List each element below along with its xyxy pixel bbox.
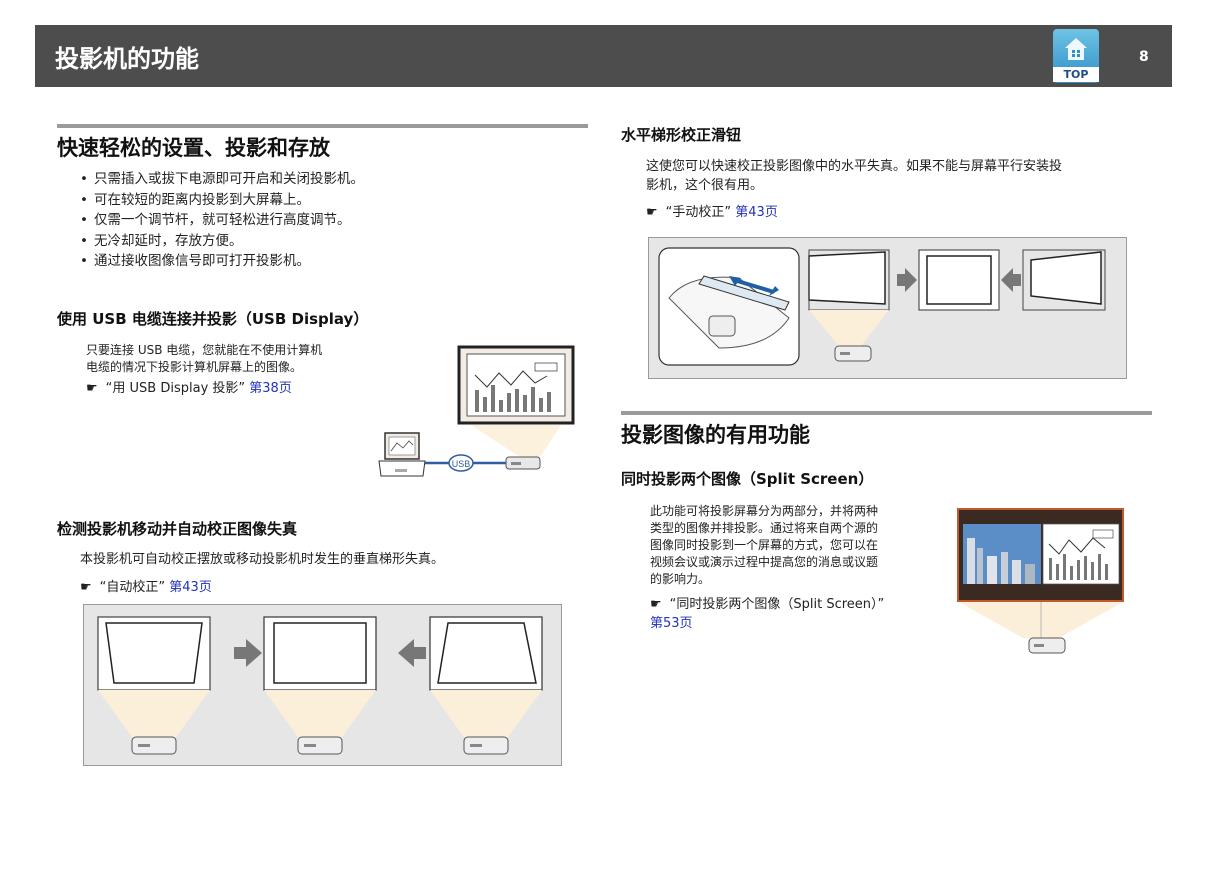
- list-item: 可在较短的距离内投影到大屏幕上。: [80, 190, 364, 211]
- section-heading-setup: 快速轻松的设置、投影和存放: [57, 124, 588, 162]
- split-screen-reference: ☛ “同时投影两个图像（Split Screen）” 第53页: [650, 595, 935, 633]
- slider-figure: [648, 237, 1127, 379]
- arrow-left-icon: [398, 639, 426, 667]
- split-screen-illustration: [957, 508, 1124, 654]
- top-label: TOP: [1053, 67, 1099, 82]
- keystone-correction-illustration: [97, 616, 543, 755]
- slider-heading: 水平梯形校正滑钮: [621, 126, 742, 144]
- arrow-right-icon: [897, 268, 917, 292]
- list-item: 无冷却延时，存放方便。: [80, 231, 364, 252]
- pointing-hand-icon: ☛: [80, 580, 92, 595]
- reference-text: “同时投影两个图像（Split Screen）”: [669, 597, 885, 612]
- list-item: 仅需一个调节杆，就可轻松进行高度调节。: [80, 210, 364, 231]
- auto-correct-reference: ☛ “自动校正” 第43页: [80, 578, 212, 597]
- usb-display-illustration: USB: [378, 345, 575, 477]
- reference-text: “自动校正”: [99, 580, 166, 595]
- list-item: 只需插入或拔下电源即可开启和关闭投影机。: [80, 169, 364, 190]
- reference-text: “用 USB Display 投影”: [105, 381, 246, 396]
- split-screen-page-link[interactable]: 第53页: [650, 616, 693, 631]
- slider-page-link[interactable]: 第43页: [735, 205, 778, 220]
- horizontal-keystone-illustration: [658, 247, 1106, 366]
- pointing-hand-icon: ☛: [86, 381, 98, 396]
- usb-page-link[interactable]: 第38页: [249, 381, 292, 396]
- usb-label: USB: [452, 459, 471, 469]
- usb-reference: ☛ “用 USB Display 投影” 第38页: [86, 379, 292, 398]
- pointing-hand-icon: ☛: [646, 205, 658, 220]
- page-number: 8: [1139, 49, 1149, 65]
- auto-correct-heading: 检测投影机移动并自动校正图像失真: [57, 520, 298, 538]
- pointing-hand-icon: ☛: [650, 597, 662, 612]
- arrow-left-icon: [1001, 268, 1021, 292]
- slider-description: 这使您可以快速校正投影图像中的水平失真。如果不能与屏幕平行安装投 影机，这个很有…: [646, 159, 1063, 193]
- split-screen-heading: 同时投影两个图像（Split Screen）: [621, 470, 874, 488]
- section-heading-useful: 投影图像的有用功能: [621, 411, 1152, 449]
- auto-correct-page-link[interactable]: 第43页: [169, 580, 212, 595]
- list-item: 通过接收图像信号即可打开投影机。: [80, 251, 364, 272]
- split-screen-description: 此功能可将投影屏幕分为两部分，并将两种 类型的图像并排投影。通过将来自两个源的 …: [650, 504, 879, 586]
- top-button[interactable]: TOP: [1053, 29, 1099, 83]
- page-header: 投影机的功能 TOP 8: [35, 25, 1172, 87]
- home-icon: [1065, 38, 1087, 60]
- auto-correct-description: 本投影机可自动校正摆放或移动投影机时发生的垂直梯形失真。: [80, 552, 445, 567]
- slider-reference: ☛ “手动校正” 第43页: [646, 203, 778, 222]
- page-title: 投影机的功能: [55, 45, 199, 73]
- usb-description: 只要连接 USB 电缆，您就能在不使用计算机 电缆的情况下投影计算机屏幕上的图像…: [86, 343, 323, 374]
- reference-text: “手动校正”: [665, 205, 732, 220]
- feature-list: 只需插入或拔下电源即可开启和关闭投影机。 可在较短的距离内投影到大屏幕上。 仅需…: [80, 169, 364, 272]
- arrow-right-icon: [234, 639, 262, 667]
- usb-heading: 使用 USB 电缆连接并投影（USB Display）: [57, 310, 369, 328]
- auto-correct-figure: [83, 604, 562, 766]
